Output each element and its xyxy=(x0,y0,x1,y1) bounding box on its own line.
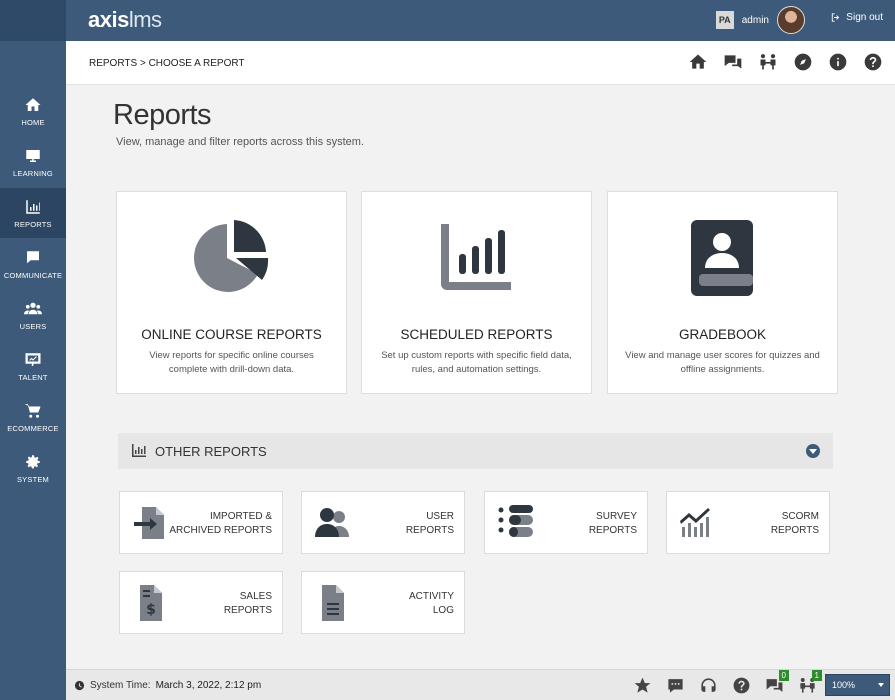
user-name[interactable]: admin xyxy=(742,15,769,26)
card-description: View reports for specific online courses… xyxy=(149,350,314,375)
breadcrumb-reports[interactable]: REPORTS xyxy=(89,58,137,69)
sidebar-item-talent[interactable]: TALENT xyxy=(0,341,66,391)
logo-area xyxy=(0,0,66,41)
breadcrumb-current: > CHOOSE A REPORT xyxy=(139,58,245,69)
user-initials: PA xyxy=(715,11,734,29)
users-icon xyxy=(24,302,42,314)
sidebar-item-system[interactable]: SYSTEM xyxy=(0,443,66,493)
chat-icon[interactable] xyxy=(723,52,743,72)
sidebar-item-reports[interactable]: REPORTS xyxy=(0,188,66,238)
tile-imported-archived-reports[interactable]: IMPORTED & ARCHIVED REPORTS xyxy=(119,491,283,554)
system-time-label: System Time: xyxy=(90,680,151,691)
zoom-select[interactable]: 100% xyxy=(825,674,890,696)
card-description: View and manage user scores for quizzes … xyxy=(625,350,820,375)
tile-scorm-reports[interactable]: SCORM REPORTS xyxy=(666,491,830,554)
tile-survey-reports[interactable]: SURVEY REPORTS xyxy=(484,491,648,554)
sidebar-item-learning[interactable]: LEARNING xyxy=(0,137,66,187)
chat-badge: 0 xyxy=(778,670,789,681)
pie-chart-icon xyxy=(193,220,268,292)
home-icon xyxy=(25,97,41,111)
card-title: GRADEBOOK xyxy=(678,327,767,342)
tile-activity-log[interactable]: ACTIVITY LOG xyxy=(301,571,465,634)
headset-icon[interactable] xyxy=(699,676,718,695)
system-time: System Time: March 3, 2022, 2:12 pm xyxy=(74,680,261,691)
help-icon[interactable] xyxy=(863,52,883,72)
people-badge: 1 xyxy=(811,670,822,681)
clock-icon xyxy=(74,680,85,691)
help-icon[interactable] xyxy=(732,676,751,695)
people-icon[interactable]: 1 xyxy=(798,670,822,695)
gear-icon xyxy=(26,454,40,469)
system-time-value: March 3, 2022, 2:12 pm xyxy=(155,680,262,691)
gradebook-icon xyxy=(690,220,753,296)
breadcrumb-bar: REPORTS > CHOOSE A REPORT xyxy=(66,41,895,85)
bar-chart-icon xyxy=(132,444,146,457)
bar-chart-icon xyxy=(26,199,40,214)
chat-icon[interactable]: 0 xyxy=(765,670,789,695)
user-menu[interactable]: PA admin xyxy=(715,6,805,34)
people-icon[interactable] xyxy=(758,52,778,72)
other-reports-title: OTHER REPORTS xyxy=(155,444,267,459)
toolbar-icons xyxy=(688,52,883,72)
breadcrumb: REPORTS > CHOOSE A REPORT xyxy=(89,58,245,69)
footer: System Time: March 3, 2022, 2:12 pm 0 1 … xyxy=(66,669,895,700)
other-reports-header[interactable]: OTHER REPORTS xyxy=(118,433,833,469)
sidebar: HOME LEARNING REPORTS COMMUNICATE USERS … xyxy=(0,41,66,700)
svg-text:$: $ xyxy=(146,602,156,618)
sign-out-icon xyxy=(832,13,840,22)
card-gradebook[interactable]: GRADEBOOK View and manage user scores fo… xyxy=(607,191,838,394)
tile-sales-reports[interactable]: $ SALES REPORTS xyxy=(119,571,283,634)
footer-icons: 0 1 xyxy=(633,670,822,695)
message-icon[interactable] xyxy=(666,676,685,695)
chevron-down-icon[interactable] xyxy=(806,444,820,458)
sidebar-item-home[interactable]: HOME xyxy=(0,86,66,136)
main-content: Reports View, manage and filter reports … xyxy=(66,85,895,669)
tile-user-reports[interactable]: USER REPORTS xyxy=(301,491,465,554)
home-icon[interactable] xyxy=(688,52,708,72)
logo[interactable]: axislms xyxy=(88,7,162,33)
page-subtitle: View, manage and filter reports across t… xyxy=(116,136,365,148)
card-online-course-reports[interactable]: ONLINE COURSE REPORTS View reports for s… xyxy=(116,191,347,394)
card-scheduled-reports[interactable]: SCHEDULED REPORTS Set up custom reports … xyxy=(361,191,592,394)
sign-out-button[interactable]: Sign out xyxy=(830,12,883,23)
sidebar-item-ecommerce[interactable]: ECOMMERCE xyxy=(0,392,66,442)
top-bar: axislms PA admin Sign out xyxy=(0,0,895,41)
sidebar-item-communicate[interactable]: COMMUNICATE xyxy=(0,239,66,289)
card-description: Set up custom reports with specific fiel… xyxy=(381,350,572,375)
monitor-icon xyxy=(26,149,40,162)
presentation-icon xyxy=(25,352,41,366)
bar-chart-icon xyxy=(440,224,511,290)
card-title: SCHEDULED REPORTS xyxy=(400,327,553,342)
cart-icon xyxy=(25,403,41,418)
card-title: ONLINE COURSE REPORTS xyxy=(141,327,322,342)
info-icon[interactable] xyxy=(828,52,848,72)
star-icon[interactable] xyxy=(633,676,652,695)
compass-icon[interactable] xyxy=(793,52,813,72)
page-title: Reports xyxy=(113,99,212,131)
avatar[interactable] xyxy=(777,6,805,34)
chat-icon xyxy=(27,250,39,263)
sidebar-item-users[interactable]: USERS xyxy=(0,290,66,340)
